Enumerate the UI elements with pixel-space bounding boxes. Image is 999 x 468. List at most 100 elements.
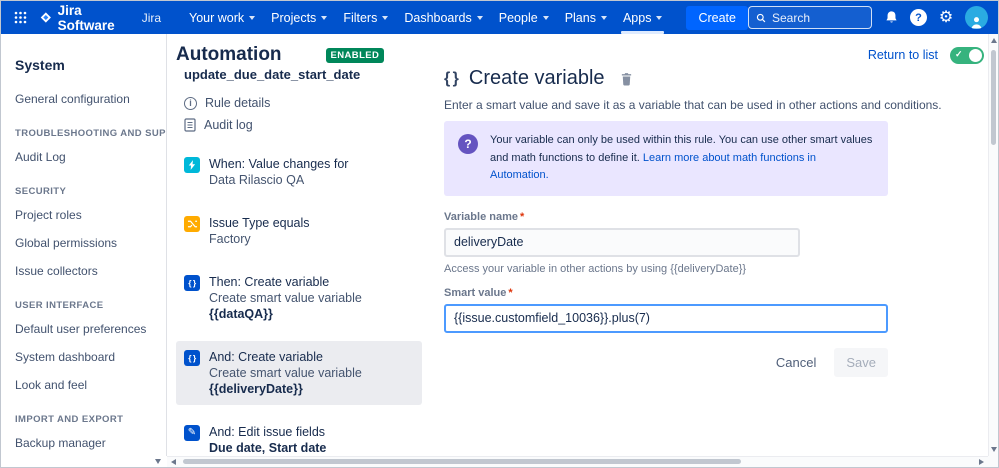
sidebar-item-global-permissions[interactable]: Global permissions — [1, 229, 166, 257]
nav-item-people[interactable]: People — [491, 1, 557, 34]
settings-sidebar: System General configuration TROUBLESHOO… — [1, 34, 167, 456]
primary-nav: Your work Projects Filters Dashboards Pe… — [181, 1, 670, 34]
nav-item-your-work[interactable]: Your work — [181, 1, 263, 34]
rule-step-trigger[interactable]: When: Value changes for Data Rilascio QA — [176, 148, 422, 196]
question-icon — [458, 134, 478, 154]
sidebar-item-look-and-feel[interactable]: Look and feel — [1, 371, 166, 399]
pencil-icon — [184, 425, 200, 441]
form-header: Create variable — [444, 67, 888, 90]
search-input[interactable] — [772, 10, 864, 25]
step-title: And: Create variable — [209, 350, 323, 364]
search-icon — [756, 13, 766, 22]
create-button[interactable]: Create — [686, 5, 748, 30]
scroll-up-arrow[interactable] — [990, 38, 997, 43]
step-subtitle: Create smart value variable — [209, 291, 362, 305]
step-detail: {{deliveryDate}} — [209, 382, 303, 396]
braces-icon — [444, 70, 458, 88]
nav-item-projects[interactable]: Projects — [263, 1, 335, 34]
trash-icon[interactable] — [620, 72, 633, 86]
required-marker: * — [508, 286, 513, 299]
chevron-down-icon — [382, 15, 389, 20]
sidebar-item-audit-log[interactable]: Audit Log — [1, 143, 166, 171]
scroll-right-arrow[interactable] — [979, 459, 984, 465]
form-title: Create variable — [468, 67, 605, 89]
scroll-down-arrow[interactable] — [990, 447, 997, 452]
search-box[interactable] — [748, 6, 872, 29]
sidebar-item-backup-manager[interactable]: Backup manager — [1, 429, 166, 456]
nav-item-filters[interactable]: Filters — [335, 1, 396, 34]
sidebar-item-general-configuration[interactable]: General configuration — [1, 85, 166, 113]
chevron-down-icon — [600, 15, 607, 20]
chevron-down-icon — [656, 15, 663, 20]
smart-value-label: Smart value * — [444, 286, 513, 299]
horizontal-scrollbar[interactable] — [167, 456, 988, 467]
page-title: Automation — [176, 44, 282, 65]
rule-enabled-toggle[interactable] — [950, 46, 984, 64]
sidebar-scroll-down-arrow[interactable] — [155, 459, 161, 464]
navbar-left: Jira Software Jira Your work Projects Fi… — [11, 1, 748, 34]
sidebar-item-project-roles[interactable]: Project roles — [1, 201, 166, 229]
top-navbar: Jira Software Jira Your work Projects Fi… — [1, 1, 998, 34]
vertical-scrollbar[interactable] — [988, 34, 998, 456]
jira-window: Jira Software Jira Your work Projects Fi… — [0, 0, 999, 468]
vertical-scroll-thumb[interactable] — [991, 50, 996, 145]
rule-details-link[interactable]: Rule details — [176, 92, 422, 114]
smart-value-input[interactable] — [444, 303, 888, 333]
user-avatar[interactable] — [965, 6, 988, 29]
create-variable-form: Create variable Enter a smart value and … — [444, 67, 942, 377]
nav-item-apps[interactable]: Apps — [615, 1, 671, 34]
audit-log-link[interactable]: Audit log — [176, 114, 422, 136]
automation-main: Automation ENABLED Return to list update… — [167, 34, 988, 456]
variable-name-field: Variable name* Access your variable in o… — [444, 211, 888, 275]
scroll-left-arrow[interactable] — [171, 459, 176, 465]
notifications-icon[interactable] — [881, 8, 901, 28]
sidebar-title: System — [15, 57, 65, 73]
check-icon — [955, 49, 963, 60]
variable-name-input[interactable] — [444, 227, 800, 257]
step-title: Then: Create variable — [209, 275, 330, 289]
app-switcher-icon[interactable] — [11, 8, 30, 27]
step-subtitle: Create smart value variable — [209, 366, 362, 380]
bolt-icon — [184, 157, 200, 173]
sidebar-item-default-user-preferences[interactable]: Default user preferences — [1, 315, 166, 343]
chevron-down-icon — [542, 15, 549, 20]
chevron-down-icon — [476, 15, 483, 20]
audit-log-label: Audit log — [204, 118, 253, 132]
step-subtitle: Factory — [209, 232, 251, 246]
rule-step-condition[interactable]: Issue Type equals Factory — [176, 207, 422, 255]
step-title: When: Value changes for — [209, 157, 349, 171]
sidebar-section-troubleshooting: TROUBLESHOOTING AND SUPPORT — [15, 128, 166, 139]
form-description: Enter a smart value and save it as a var… — [444, 98, 942, 112]
help-icon[interactable] — [910, 9, 927, 26]
product-name: Jira Software — [57, 2, 115, 33]
scrollbar-corner — [988, 456, 998, 467]
branch-icon — [184, 216, 200, 232]
automation-header: Automation ENABLED Return to list — [167, 34, 988, 66]
info-icon — [184, 96, 197, 110]
rule-step-then-create-variable[interactable]: Then: Create variable Create smart value… — [176, 266, 422, 330]
nav-item-dashboards[interactable]: Dashboards — [396, 1, 490, 34]
sidebar-item-system-dashboard[interactable]: System dashboard — [1, 343, 166, 371]
rule-details-label: Rule details — [205, 96, 271, 110]
step-title: And: Edit issue fields — [209, 425, 326, 439]
person-icon — [971, 17, 982, 29]
smart-value-field: Smart value * — [444, 287, 888, 333]
chevron-down-icon — [249, 15, 256, 20]
nav-item-plans[interactable]: Plans — [557, 1, 615, 34]
audit-log-icon — [184, 118, 196, 132]
step-title: Issue Type equals — [209, 216, 310, 230]
cancel-button[interactable]: Cancel — [776, 355, 816, 370]
sidebar-section-import-export: IMPORT AND EXPORT — [15, 414, 124, 425]
return-to-list-link[interactable]: Return to list — [868, 48, 938, 62]
info-banner: Your variable can only be used within th… — [444, 121, 888, 196]
sidebar-item-issue-collectors[interactable]: Issue collectors — [1, 257, 166, 285]
step-detail: {{dataQA}} — [209, 307, 273, 321]
jira-logo[interactable]: Jira Software — [40, 3, 124, 33]
settings-icon[interactable] — [936, 8, 956, 28]
save-button[interactable]: Save — [834, 347, 888, 377]
rule-step-edit-issue-fields[interactable]: And: Edit issue fields Due date, Start d… — [176, 416, 422, 456]
braces-icon — [184, 350, 200, 366]
rule-step-and-create-variable[interactable]: And: Create variable Create smart value … — [176, 341, 422, 405]
chevron-down-icon — [321, 15, 328, 20]
horizontal-scroll-thumb[interactable] — [183, 459, 742, 464]
